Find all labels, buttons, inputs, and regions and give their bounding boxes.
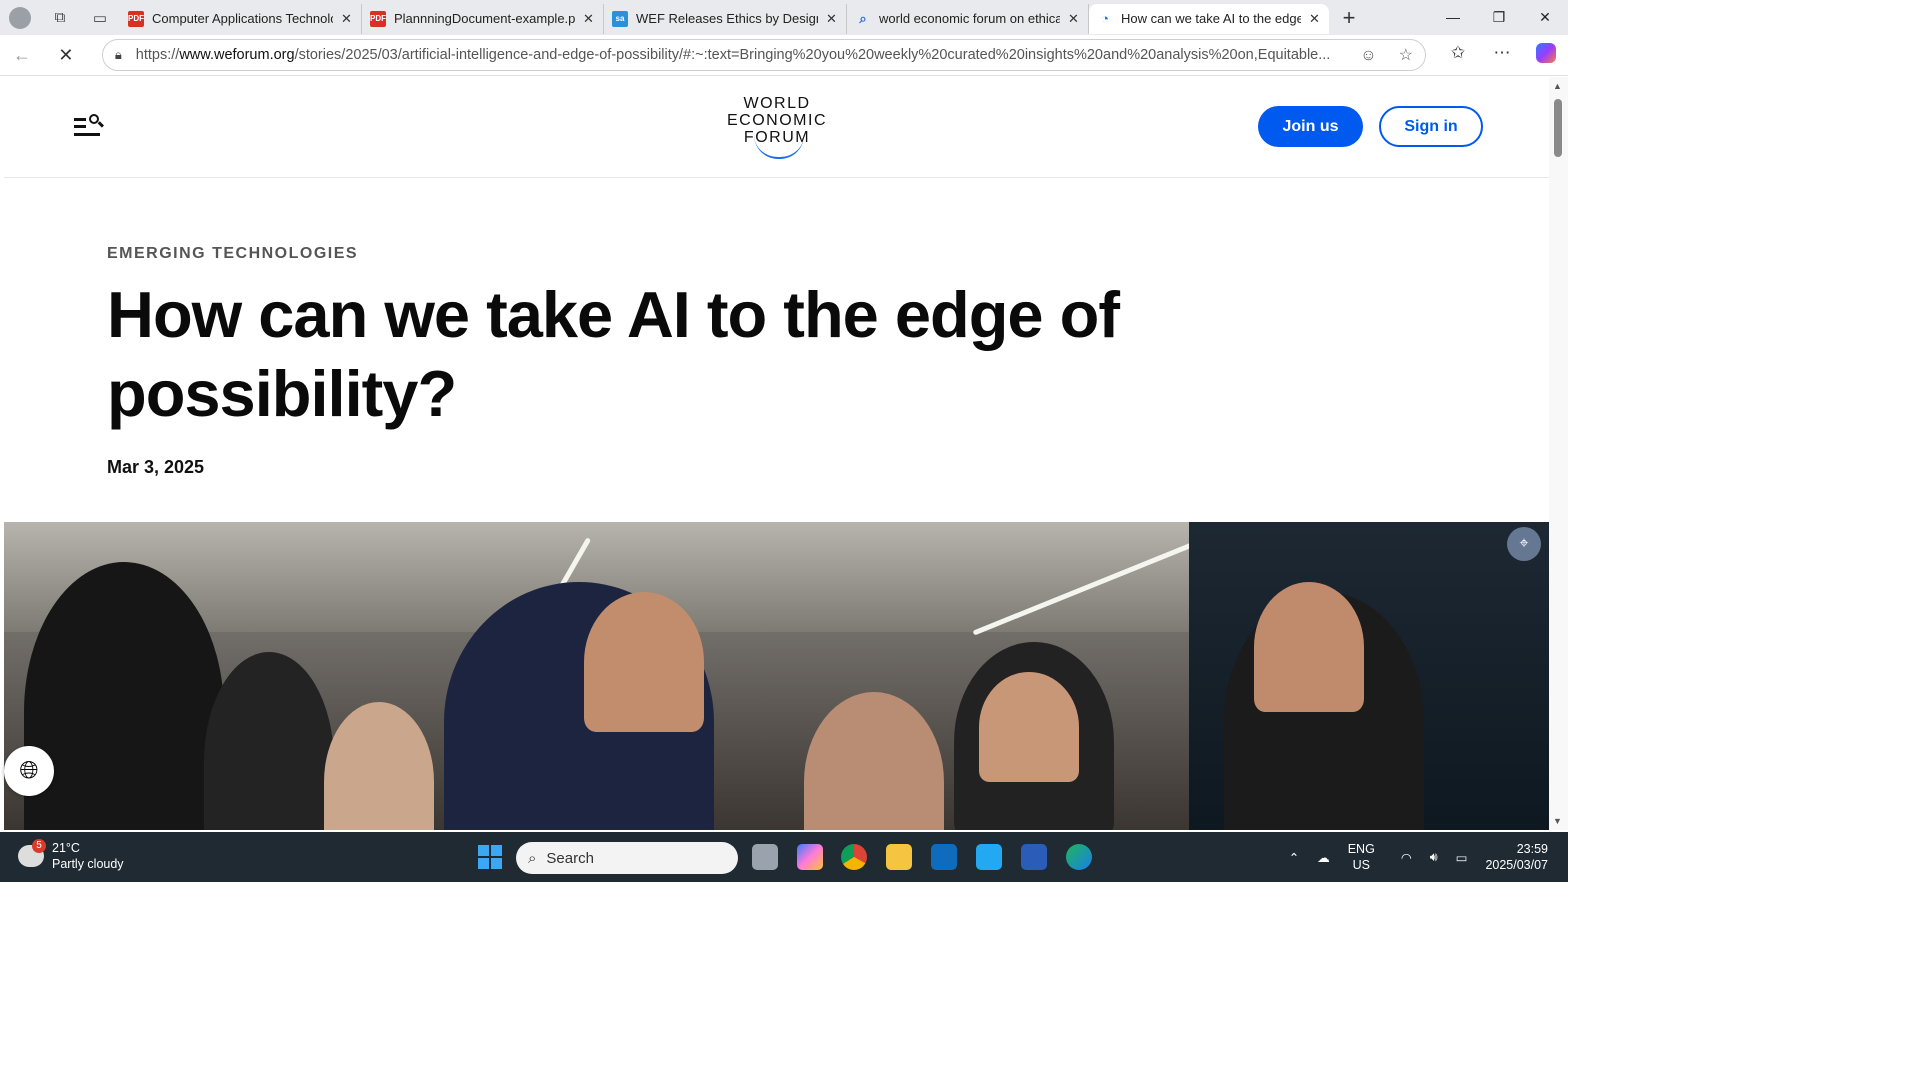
tab-title: WEF Releases Ethics by Design Re	[636, 11, 818, 26]
scroll-thumb[interactable]	[1554, 99, 1562, 157]
address-bar-row: ← ✕ 🔒︎ https://www.weforum.org/stories/2…	[0, 35, 1568, 76]
favorite-star-icon[interactable]: ☆	[1399, 47, 1413, 64]
copilot-icon[interactable]	[1524, 42, 1568, 68]
battery-icon[interactable]: ▭	[1456, 850, 1468, 865]
chrome-icon[interactable]	[841, 844, 867, 870]
edge-icon[interactable]	[1066, 844, 1092, 870]
partly-cloudy-icon: 5	[18, 839, 46, 867]
pdf-icon: PDF	[128, 10, 144, 27]
loading-icon: ◔	[1101, 11, 1109, 26]
weather-badge: 5	[32, 839, 46, 853]
tab-active-article[interactable]: ◔ How can we take AI to the edge o ✕	[1089, 3, 1329, 34]
window-controls: — ❐ ✕	[1430, 9, 1568, 26]
weather-temperature: 21°C	[52, 841, 80, 855]
tab-search-wef[interactable]: ⌕ world economic forum on ethical ✕	[847, 3, 1089, 34]
scroll-up-icon[interactable]: ▲	[1553, 81, 1562, 91]
article-category[interactable]: EMERGING TECHNOLOGIES	[107, 245, 358, 263]
logo-line-2: ECONOMIC	[727, 112, 827, 129]
visual-search-icon[interactable]: ⌖	[1507, 527, 1541, 561]
browser-toolbar: ✩ ⋯	[1436, 42, 1568, 68]
volume-icon[interactable]: 🔊︎	[1430, 850, 1438, 865]
sign-in-button[interactable]: Sign in	[1379, 106, 1483, 147]
clock-time: 23:59	[1516, 842, 1548, 856]
tab-planning-document[interactable]: PDF PlannningDocument-example.pdf ✕	[362, 3, 604, 34]
close-tab-icon[interactable]: ✕	[583, 11, 595, 27]
close-tab-icon[interactable]: ✕	[341, 11, 353, 27]
more-menu-icon[interactable]: ⋯	[1480, 43, 1524, 68]
taskbar-search[interactable]: ⌕ Search	[516, 842, 738, 874]
back-arrow-icon[interactable]: ←	[0, 45, 44, 66]
new-tab-button[interactable]: +	[1329, 5, 1369, 31]
vscode-icon[interactable]	[976, 844, 1002, 870]
minimize-icon[interactable]: —	[1430, 9, 1476, 26]
page-scrollbar[interactable]: ▲ ▼	[1549, 77, 1568, 830]
profile-button[interactable]	[0, 0, 40, 35]
wifi-icon[interactable]: ◠	[1401, 850, 1412, 865]
word-icon[interactable]	[1021, 844, 1047, 870]
task-view-icon[interactable]	[752, 844, 778, 870]
reading-icon[interactable]: ☺	[1360, 47, 1376, 64]
url-scheme: https://	[135, 47, 180, 63]
tab-title: world economic forum on ethical	[879, 11, 1060, 26]
menu-search-icon[interactable]	[74, 113, 105, 139]
url-field[interactable]: 🔒︎ https://www.weforum.org/stories/2025/…	[101, 39, 1426, 71]
hero-image	[4, 522, 1549, 830]
profile-avatar-icon	[9, 6, 31, 29]
url-host: www.weforum.org	[179, 47, 295, 63]
search-placeholder: Search	[546, 849, 594, 867]
restore-icon[interactable]: ❐	[1476, 9, 1522, 26]
article-title: How can we take AI to the edge of possib…	[107, 278, 1120, 430]
copilot-app-icon[interactable]	[797, 844, 823, 870]
language-indicator[interactable]: ENG US	[1348, 841, 1375, 873]
start-windows-icon[interactable]	[478, 845, 502, 869]
site-header: WORLD ECONOMIC FORUM Join us Sign in	[4, 77, 1549, 178]
file-explorer-icon[interactable]	[886, 844, 912, 870]
close-window-icon[interactable]: ✕	[1522, 9, 1568, 26]
tab-title: PlannningDocument-example.pdf	[394, 11, 575, 26]
workspaces-icon[interactable]: ⧉	[40, 0, 80, 35]
article-date: Mar 3, 2025	[107, 457, 205, 477]
scroll-down-icon[interactable]: ▼	[1553, 816, 1562, 826]
stop-loading-icon[interactable]: ✕	[44, 45, 88, 66]
site-icon: sa	[612, 10, 628, 27]
weather-description: Partly cloudy	[52, 857, 124, 871]
browser-tab-strip: ⧉ ▭ PDF Computer Applications Technolog …	[0, 0, 1568, 35]
url-actions: ☺ ☆	[1342, 45, 1413, 65]
system-tray: ⌃ ☁ ENG US ◠ 🔊︎ ▭ 23:59 2025/03/07	[1289, 832, 1568, 882]
weather-widget[interactable]: 5 21°C Partly cloudy	[18, 839, 124, 872]
tab-computer-applications[interactable]: PDF Computer Applications Technolog ✕	[120, 3, 362, 34]
taskbar: 5 21°C Partly cloudy ⌕ Search ⌃ ☁ ENG US…	[0, 832, 1568, 882]
lock-icon[interactable]: 🔒︎	[115, 47, 122, 63]
logo-line-1: WORLD	[743, 95, 811, 112]
outlook-icon[interactable]	[931, 844, 957, 870]
tab-title: How can we take AI to the edge o	[1121, 11, 1301, 26]
clock-date: 2025/03/07	[1485, 858, 1548, 872]
language-globe-icon[interactable]: 🌐︎	[4, 746, 54, 796]
onedrive-icon[interactable]: ☁	[1317, 850, 1330, 865]
join-us-button[interactable]: Join us	[1258, 106, 1363, 147]
close-tab-icon[interactable]: ✕	[826, 11, 838, 27]
web-page: WORLD ECONOMIC FORUM Join us Sign in EME…	[4, 77, 1549, 830]
pdf-icon: PDF	[370, 10, 386, 27]
tab-title: Computer Applications Technolog	[152, 11, 333, 26]
tab-wef-ethics[interactable]: sa WEF Releases Ethics by Design Re ✕	[604, 3, 847, 34]
search-icon: ⌕	[859, 10, 867, 26]
keyboard-layout: US	[1352, 858, 1370, 872]
favorites-icon[interactable]: ✩	[1436, 43, 1480, 68]
tab-actions-icon[interactable]: ▭	[80, 0, 120, 35]
close-tab-icon[interactable]: ✕	[1309, 11, 1321, 27]
url-text: https://www.weforum.org/stories/2025/03/…	[136, 47, 1342, 63]
wef-logo[interactable]: WORLD ECONOMIC FORUM	[722, 95, 832, 159]
logo-arc-icon	[754, 135, 804, 159]
clock[interactable]: 23:59 2025/03/07	[1485, 841, 1548, 873]
language-code: ENG	[1347, 842, 1375, 856]
search-icon: ⌕	[528, 849, 537, 867]
chevron-up-icon[interactable]: ⌃	[1289, 850, 1299, 865]
url-path: /stories/2025/03/artificial-intelligence…	[294, 47, 1331, 63]
close-tab-icon[interactable]: ✕	[1068, 11, 1080, 27]
